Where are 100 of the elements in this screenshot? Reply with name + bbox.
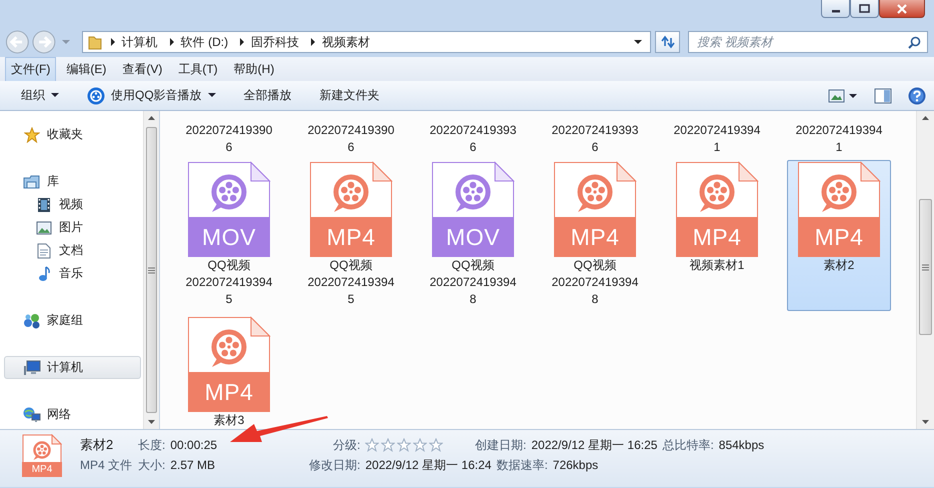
search-icon[interactable] <box>908 36 921 49</box>
file-name[interactable]: QQ视频 2022072419394 8 <box>430 257 516 308</box>
sidebar-item[interactable]: 文档 <box>4 239 141 262</box>
scrollbar-thumb[interactable] <box>146 127 157 413</box>
toolbar-button[interactable]: 新建文件夹 <box>310 84 389 107</box>
menu-item[interactable]: 帮助(H) <box>228 56 280 82</box>
file-type-badge: MP4 <box>798 217 880 257</box>
picture-icon <box>36 220 52 234</box>
maximize-button[interactable] <box>850 0 879 18</box>
help-icon[interactable] <box>908 86 926 104</box>
breadcrumb[interactable]: 软件 (D:) <box>174 34 236 50</box>
file-item[interactable]: MP4 视频素材1 <box>665 160 769 311</box>
file-type-badge: MOV <box>432 217 514 257</box>
file-name[interactable]: QQ视频 2022072419394 5 <box>308 257 394 308</box>
search-field[interactable]: 搜索 视频素材 <box>688 31 928 53</box>
refresh-button[interactable] <box>655 31 680 53</box>
rating-star-icon[interactable] <box>365 438 380 452</box>
video-file-icon <box>309 161 393 217</box>
file-item[interactable]: MOV QQ视频 2022072419394 5 <box>177 160 281 311</box>
film-icon <box>37 196 51 212</box>
toolbar-button[interactable]: 全部播放 <box>234 84 301 107</box>
video-file-icon <box>797 161 881 217</box>
dropdown-caret-icon[interactable] <box>634 39 642 45</box>
minimize-button[interactable] <box>821 0 850 18</box>
network-icon <box>23 406 41 422</box>
refresh-arrows-icon <box>660 35 676 49</box>
rating-star-icon[interactable] <box>429 438 444 452</box>
sidebar-item[interactable]: 图片 <box>4 216 141 239</box>
sidebar-item[interactable]: 库 <box>4 170 141 193</box>
file-name[interactable]: 2022072419393 6 <box>552 122 638 156</box>
modified-date-value: 2022/9/12 星期一 16:24 <box>365 456 492 474</box>
file-name[interactable]: 素材3 <box>214 412 244 429</box>
file-item[interactable]: MP4 素材3 <box>177 315 281 432</box>
created-date-label: 创建日期: <box>475 436 526 454</box>
total-bitrate-value: 854kbps <box>718 438 764 452</box>
chevron-icon[interactable] <box>310 38 316 46</box>
menu-item[interactable]: 工具(T) <box>172 56 224 82</box>
video-file-icon <box>187 316 271 372</box>
scrollbar-thumb[interactable] <box>919 199 932 335</box>
rating-star-icon[interactable] <box>381 438 396 452</box>
file-type-badge: MP4 <box>188 372 270 412</box>
breadcrumb[interactable]: 视频素材 <box>316 34 378 50</box>
grip-icon <box>148 266 155 274</box>
file-item[interactable]: MOV QQ视频 2022072419394 8 <box>421 160 525 311</box>
length-label: 长度: <box>138 436 166 454</box>
scrollbar[interactable] <box>916 111 934 429</box>
file-type-badge: MP4 <box>310 217 392 257</box>
file-name[interactable]: 素材2 <box>824 257 854 274</box>
grip-icon <box>922 264 929 270</box>
file-name[interactable]: 视频素材1 <box>690 257 744 274</box>
menu-item[interactable]: 编辑(E) <box>60 56 112 82</box>
chevron-icon[interactable] <box>239 38 246 46</box>
sidebar-item[interactable]: 收藏夹 <box>4 123 141 146</box>
rating-star-icon[interactable] <box>413 438 428 452</box>
total-bitrate-label: 总比特率: <box>662 436 714 454</box>
sidebar-item[interactable]: 计算机 <box>4 356 141 379</box>
file-name[interactable]: QQ视频 2022072419394 8 <box>552 257 638 308</box>
homegroup-icon <box>23 312 41 328</box>
maximize-icon <box>859 4 870 13</box>
file-type-badge: MOV <box>188 217 270 257</box>
music-note-icon <box>37 266 51 282</box>
file-item[interactable]: MP4 素材2 <box>787 160 891 311</box>
close-button[interactable] <box>879 0 925 18</box>
scrollbar[interactable] <box>143 111 159 429</box>
breadcrumb[interactable]: 固乔科技 <box>245 34 306 50</box>
address-bar[interactable]: 计算机 软件 (D:) 固乔科技 视频素材 <box>82 31 652 53</box>
file-name[interactable]: 2022072419394 1 <box>674 122 760 156</box>
size-label: 大小: <box>138 456 166 474</box>
file-name[interactable]: QQ视频 2022072419394 5 <box>186 257 272 308</box>
file-type-badge: MP4 <box>676 217 758 257</box>
file-item[interactable]: MP4 QQ视频 2022072419394 8 <box>543 160 647 311</box>
menu-item[interactable]: 查看(V) <box>116 56 168 82</box>
file-name[interactable]: 2022072419390 6 <box>186 122 272 156</box>
video-file-icon <box>431 161 515 217</box>
file-type: MP4 文件 <box>80 456 134 474</box>
created-date-value: 2022/9/12 星期一 16:25 <box>531 436 658 454</box>
file-name[interactable]: 2022072419390 6 <box>308 122 394 156</box>
chevron-icon[interactable] <box>110 38 116 46</box>
sidebar-item[interactable]: 音乐 <box>4 262 141 285</box>
file-name: 素材2 <box>80 436 114 454</box>
data-rate-label: 数据速率: <box>496 456 548 474</box>
toolbar-button[interactable]: 使用QQ影音播放 <box>78 84 225 108</box>
file-item[interactable]: MP4 QQ视频 2022072419394 5 <box>299 160 403 311</box>
breadcrumb[interactable]: 计算机 <box>116 34 165 50</box>
close-icon <box>896 4 908 14</box>
rating-label: 分级: <box>333 436 360 454</box>
document-icon <box>37 242 51 258</box>
change-view-icon[interactable] <box>828 88 858 102</box>
star-icon <box>24 126 40 142</box>
toolbar-button[interactable]: 组织 <box>12 84 68 107</box>
rating-star-icon[interactable] <box>397 438 412 452</box>
sidebar-item[interactable]: 视频 <box>4 193 141 216</box>
size-value: 2.57 MB <box>170 458 216 472</box>
sidebar-item[interactable]: 网络 <box>4 403 141 426</box>
file-name[interactable]: 2022072419394 1 <box>796 122 882 156</box>
chevron-icon[interactable] <box>168 38 175 46</box>
sidebar-item[interactable]: 家庭组 <box>4 309 141 332</box>
menu-item[interactable]: 文件(F) <box>5 56 56 82</box>
file-name[interactable]: 2022072419393 6 <box>430 122 516 156</box>
preview-pane-icon[interactable] <box>874 88 892 104</box>
